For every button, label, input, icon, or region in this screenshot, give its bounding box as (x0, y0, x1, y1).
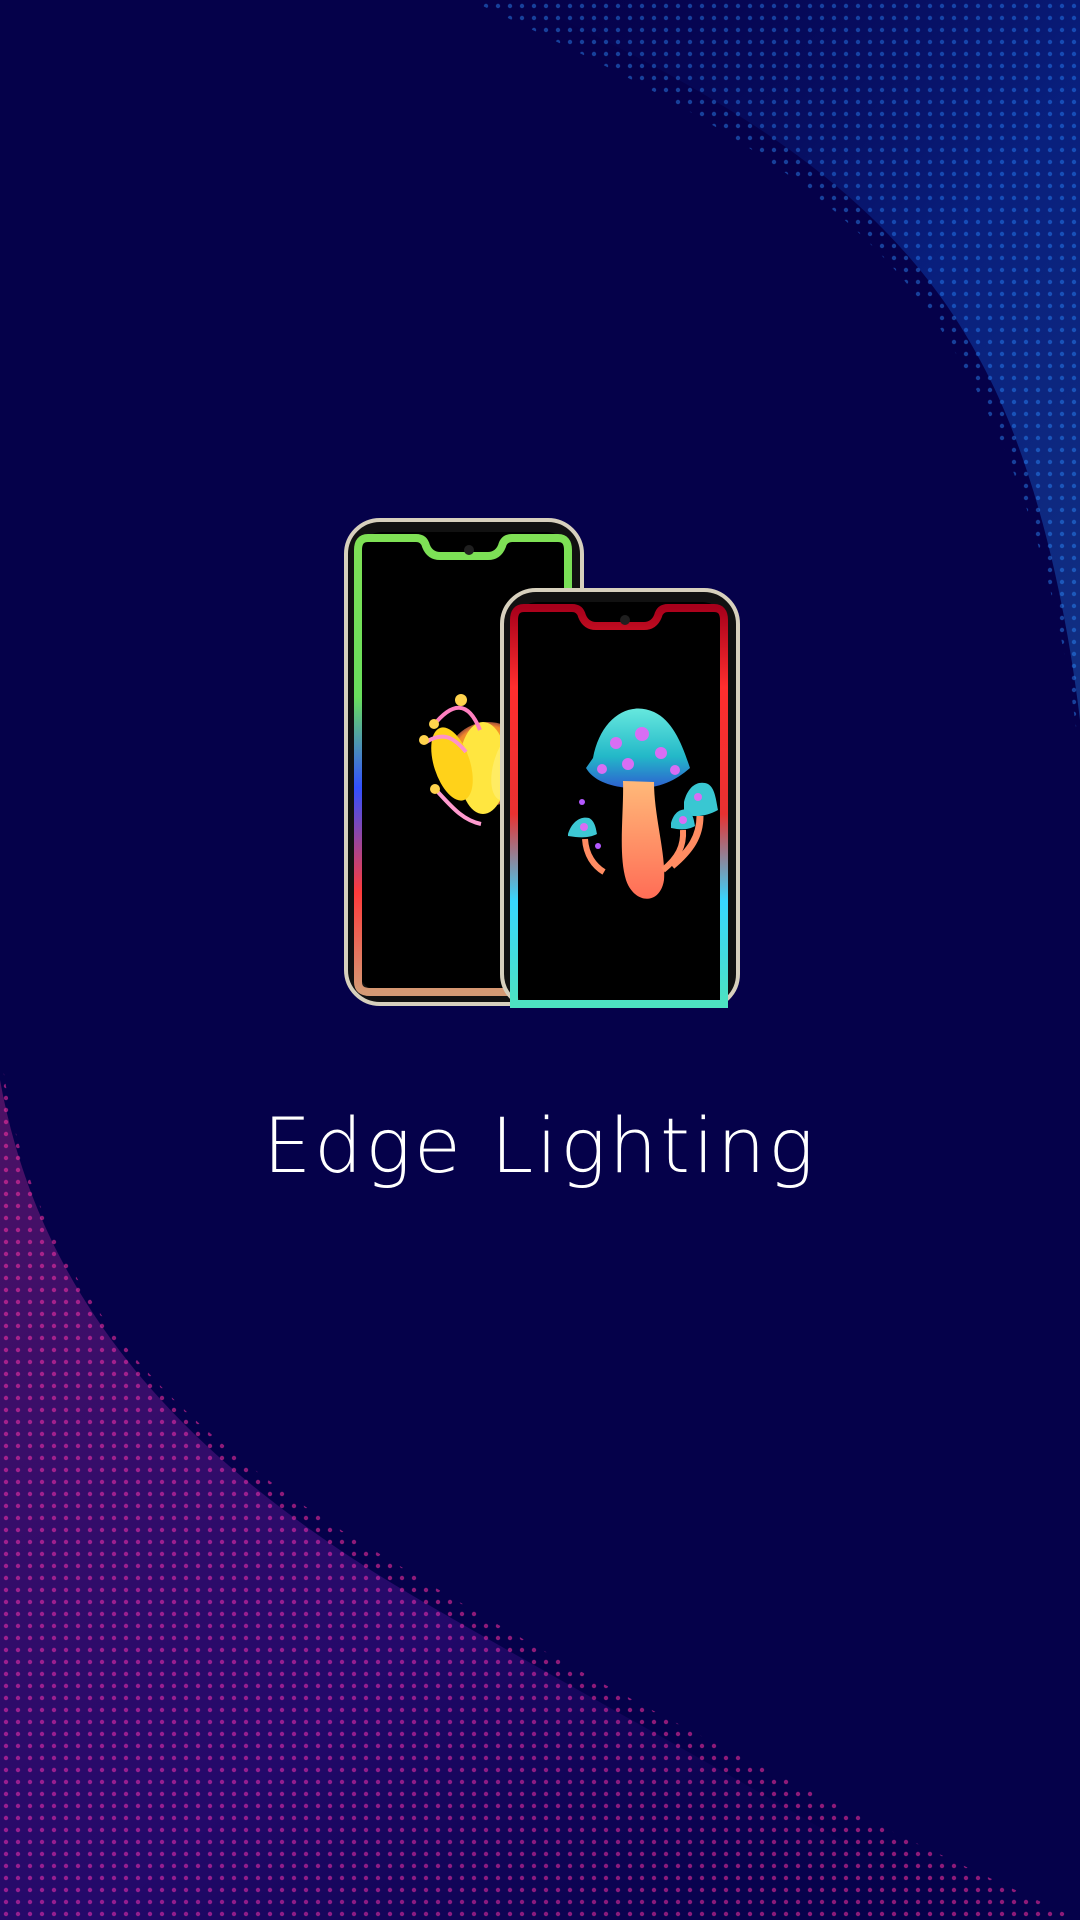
app-title: Edge Lighting (263, 1101, 817, 1190)
right-phone (500, 588, 740, 1008)
splash-screen: Edge Lighting (0, 0, 1080, 1920)
phone-illustration-art (344, 518, 740, 1008)
phone-illustration (338, 516, 748, 1008)
bottom-left-glow-wave (0, 1080, 970, 1920)
